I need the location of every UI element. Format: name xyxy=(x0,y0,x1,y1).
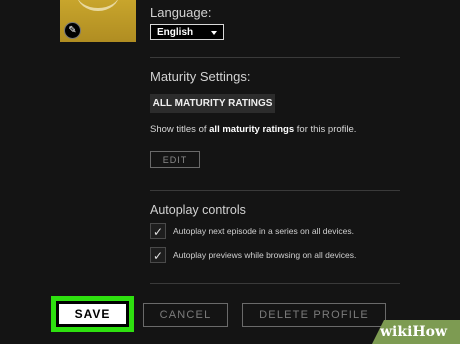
language-value: English xyxy=(157,27,194,38)
cancel-button[interactable]: CANCEL xyxy=(143,303,228,327)
autoplay-controls-label: Autoplay controls xyxy=(150,203,246,217)
divider xyxy=(150,283,400,284)
divider xyxy=(150,57,400,58)
checkmark-icon[interactable]: ✓ xyxy=(150,247,166,263)
maturity-description: Show titles of all maturity ratings for … xyxy=(150,124,356,135)
language-label: Language: xyxy=(150,5,212,20)
maturity-desc-suffix: for this profile. xyxy=(294,124,357,135)
maturity-settings-label: Maturity Settings: xyxy=(150,69,251,84)
checkmark-icon[interactable]: ✓ xyxy=(150,223,166,239)
language-select[interactable]: English xyxy=(150,24,224,40)
save-button[interactable]: SAVE xyxy=(51,296,134,332)
wikihow-watermark: wikiHow xyxy=(372,320,460,344)
autoplay-previews-label: Autoplay previews while browsing on all … xyxy=(173,250,357,260)
caret-down-icon xyxy=(211,31,217,35)
divider xyxy=(150,190,400,191)
maturity-desc-bold: all maturity ratings xyxy=(209,124,295,135)
delete-profile-button[interactable]: DELETE PROFILE xyxy=(242,303,386,327)
autoplay-previews-option[interactable]: ✓ Autoplay previews while browsing on al… xyxy=(150,247,356,263)
autoplay-next-episode-label: Autoplay next episode in a series on all… xyxy=(173,226,354,236)
profile-avatar[interactable]: ✎ xyxy=(60,0,136,42)
maturity-desc-prefix: Show titles of xyxy=(150,124,210,135)
maturity-rating-badge: ALL MATURITY RATINGS xyxy=(150,94,275,113)
avatar-smile xyxy=(77,0,119,11)
autoplay-next-episode-option[interactable]: ✓ Autoplay next episode in a series on a… xyxy=(150,223,354,239)
pencil-icon[interactable]: ✎ xyxy=(64,22,81,39)
edit-maturity-button[interactable]: EDIT xyxy=(150,151,200,168)
